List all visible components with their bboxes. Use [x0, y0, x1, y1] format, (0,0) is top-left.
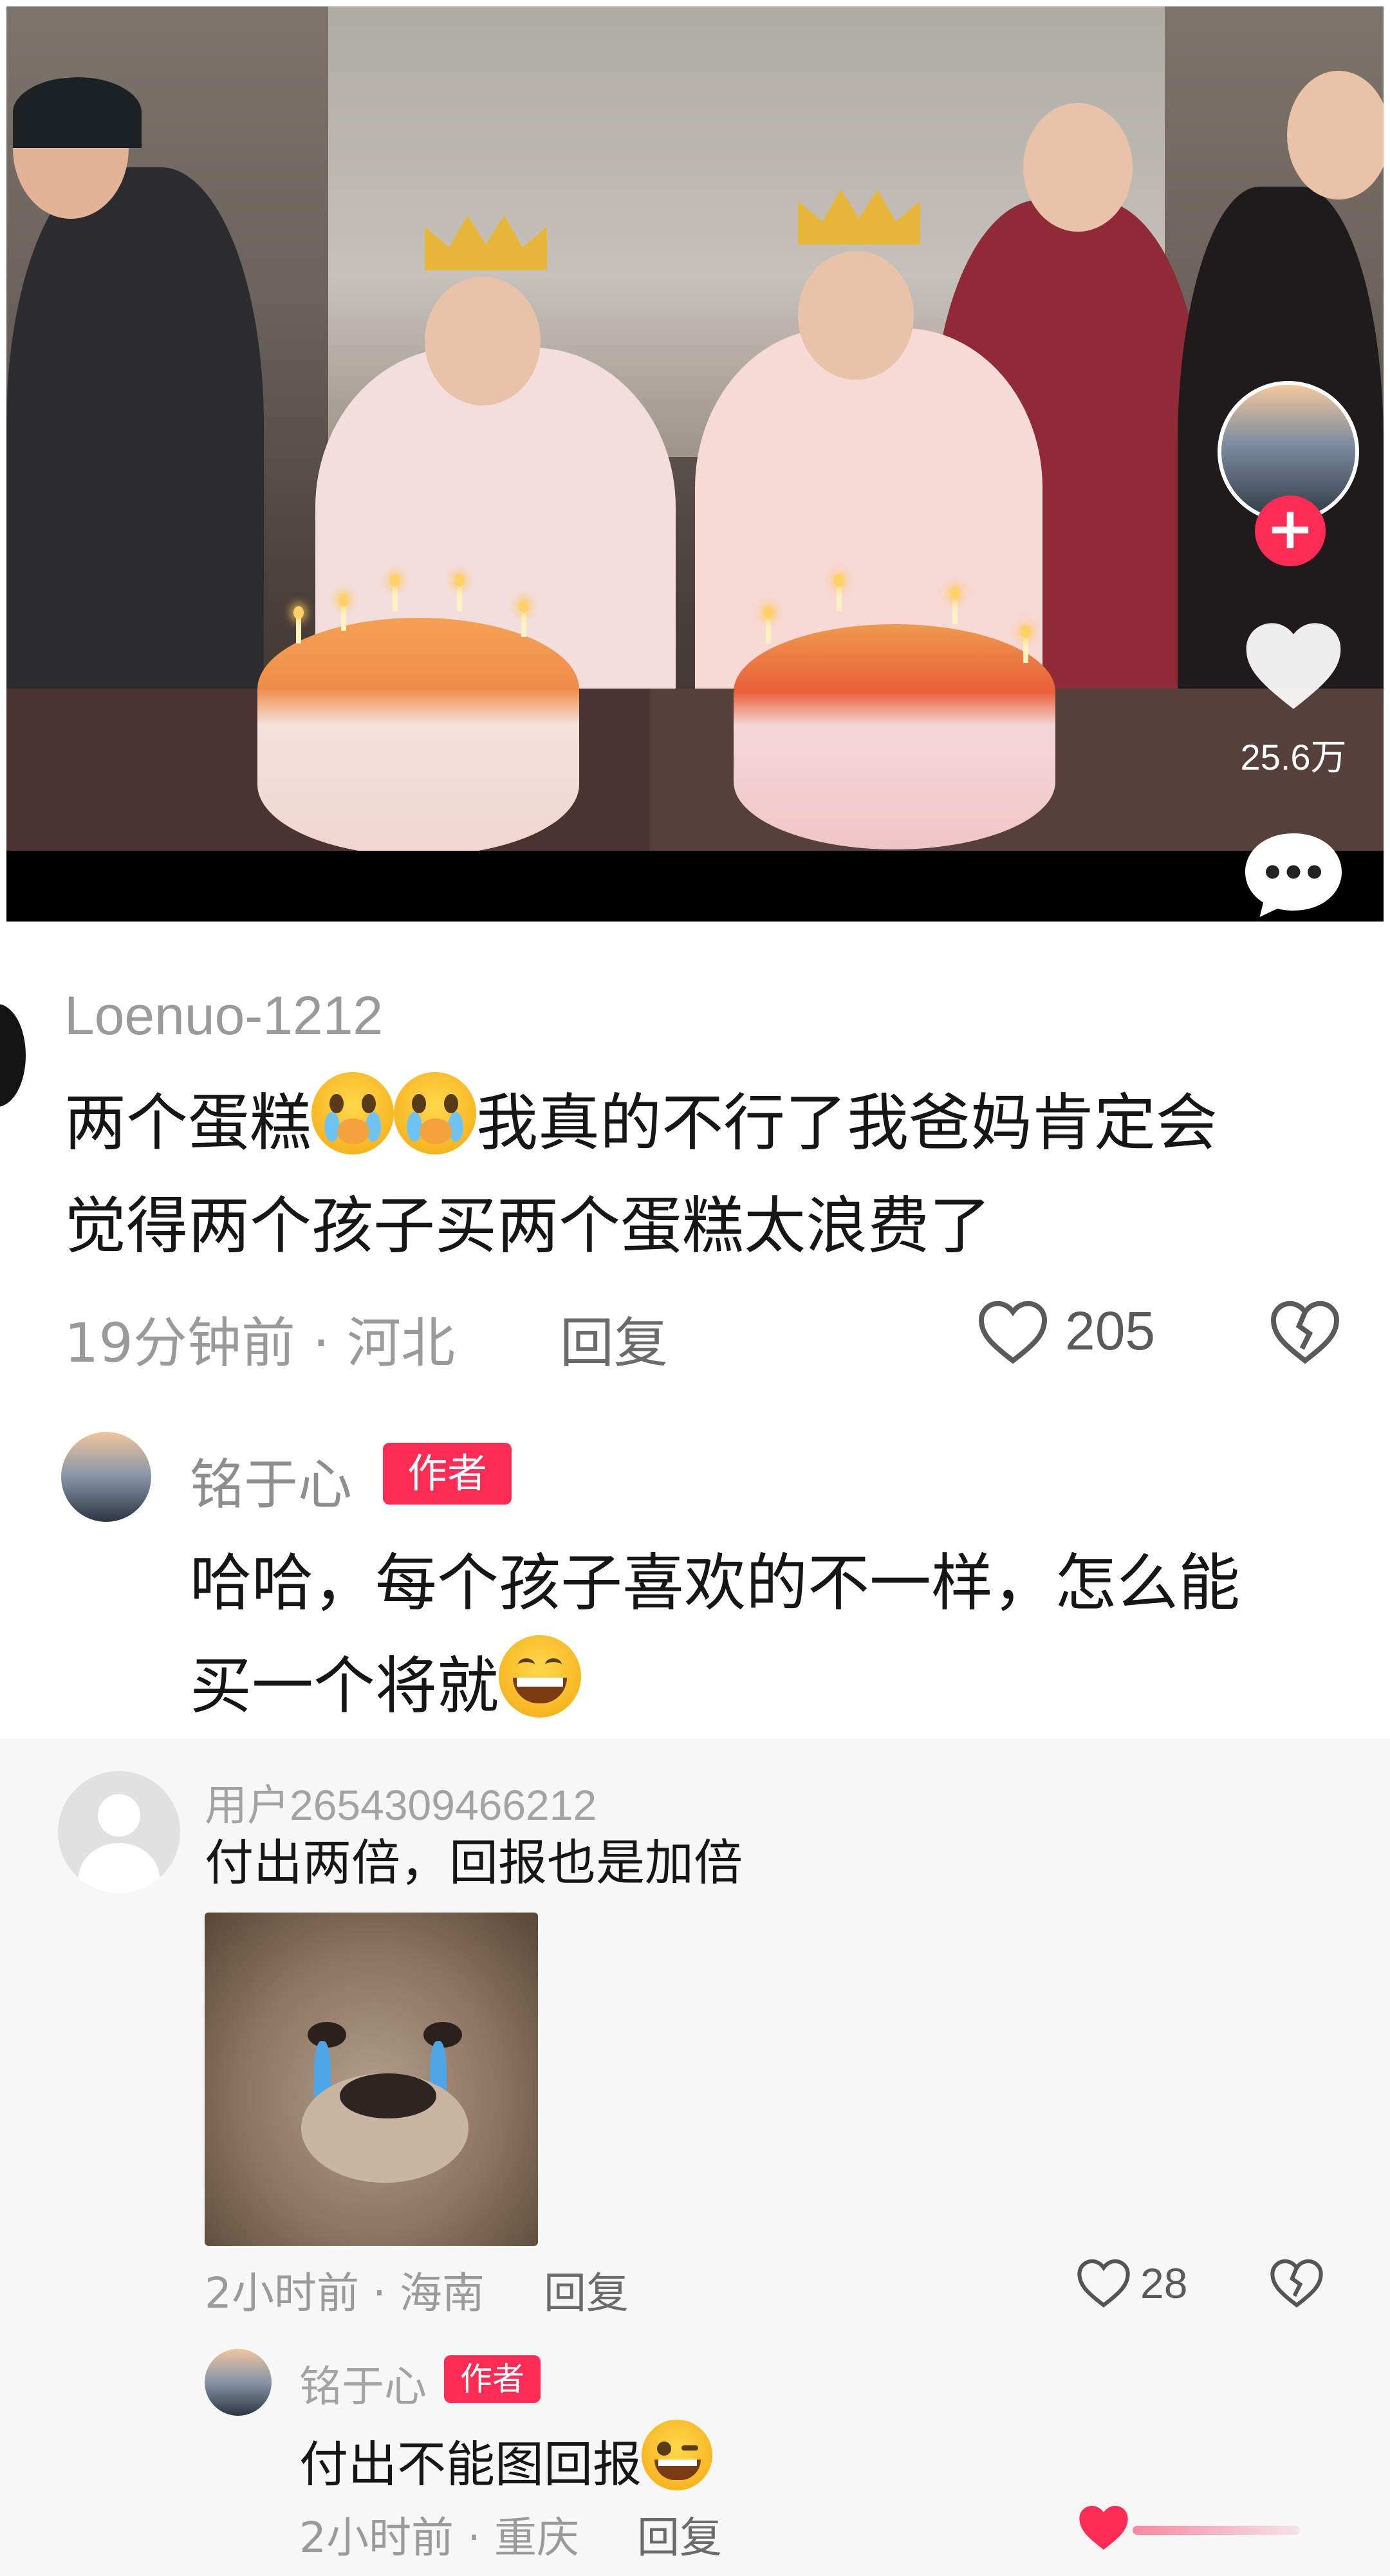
- comment-meta: 19分钟前 · 河北: [64, 1311, 455, 1375]
- default-avatar-icon[interactable]: [58, 1771, 180, 1893]
- comment-text: 两个蛋糕 我真的不行了我爸妈肯定会: [64, 1071, 1218, 1174]
- grandmother-head: [1023, 103, 1133, 232]
- reply-meta: 2小时前 · 重庆: [299, 2513, 579, 2562]
- crying-emoji-icon: [394, 1072, 476, 1154]
- grin-emoji-icon: [499, 1635, 581, 1718]
- reply-text: 付出不能图回报: [299, 2420, 712, 2500]
- heart-icon[interactable]: [977, 1299, 1049, 1366]
- wink-emoji-icon: [642, 2420, 712, 2490]
- author-avatar[interactable]: [205, 2349, 272, 2416]
- dislike-icon[interactable]: [1269, 1299, 1341, 1366]
- candle: [763, 606, 774, 644]
- candle: [834, 574, 844, 611]
- reply-username[interactable]: 铭于心: [299, 2352, 427, 2414]
- reply-button[interactable]: 回复: [544, 2259, 629, 2321]
- reply-username[interactable]: 铭于心: [190, 1441, 352, 1519]
- author-avatar[interactable]: [61, 1432, 151, 1522]
- comment-username[interactable]: Loenuo-1212: [64, 985, 383, 1047]
- reply-text-line1: 哈哈，每个孩子喜欢的不一样，怎么能: [190, 1547, 1240, 1619]
- birthday-cake-left: [257, 618, 579, 851]
- candle: [1021, 625, 1031, 663]
- video-player[interactable]: [6, 6, 1384, 851]
- candle: [519, 600, 529, 637]
- heart-icon[interactable]: [1076, 2502, 1131, 2553]
- reply-text-content: 付出不能图回报: [299, 2436, 642, 2493]
- plus-icon: +: [1266, 495, 1315, 562]
- candle: [390, 574, 400, 611]
- video-progress-area: [6, 851, 1384, 922]
- author-badge: 作者: [383, 1443, 512, 1505]
- candle: [950, 587, 960, 624]
- comment-image[interactable]: [205, 1913, 538, 2246]
- candle: [454, 574, 465, 611]
- mother-head: [1287, 71, 1384, 199]
- video-like-count: 25.6万: [1240, 737, 1347, 777]
- comment-text-part: 两个蛋糕: [64, 1087, 311, 1159]
- candle: [338, 593, 349, 631]
- girl-left-head: [425, 277, 541, 405]
- comment-text-line2: 觉得两个孩子买两个蛋糕太浪费了: [64, 1190, 991, 1262]
- birthday-cake-right: [734, 624, 1055, 849]
- follow-button[interactable]: +: [1255, 496, 1326, 566]
- reply-button[interactable]: 回复: [560, 1300, 668, 1378]
- crying-emoji-icon: [311, 1072, 394, 1154]
- comment-username[interactable]: 用户2654309466212: [205, 1771, 597, 1833]
- reply-button[interactable]: 回复: [637, 2503, 722, 2565]
- comment-text: 付出两倍，回报也是加倍: [205, 1834, 743, 1891]
- heart-icon[interactable]: [1076, 2257, 1131, 2309]
- like-animation-trail: [1133, 2526, 1300, 2535]
- comment-like-count: 205: [1065, 1301, 1156, 1361]
- girl-right-head: [798, 251, 914, 380]
- dislike-icon[interactable]: [1269, 2257, 1324, 2309]
- comment-text-part: 我真的不行了我爸妈肯定会: [476, 1087, 1218, 1159]
- reply-text-line2: 买一个将就: [190, 1650, 499, 1722]
- comment-meta: 2小时前 · 海南: [205, 2268, 485, 2318]
- author-badge: 作者: [444, 2355, 541, 2403]
- heart-icon[interactable]: [1242, 618, 1345, 714]
- reply-text: 买一个将就: [190, 1635, 581, 1737]
- grandfather-head: [13, 77, 142, 219]
- comment-icon[interactable]: [1239, 827, 1348, 923]
- comment-like-count: 28: [1140, 2259, 1188, 2307]
- bear-nose: [340, 2073, 436, 2118]
- candle: [293, 606, 304, 644]
